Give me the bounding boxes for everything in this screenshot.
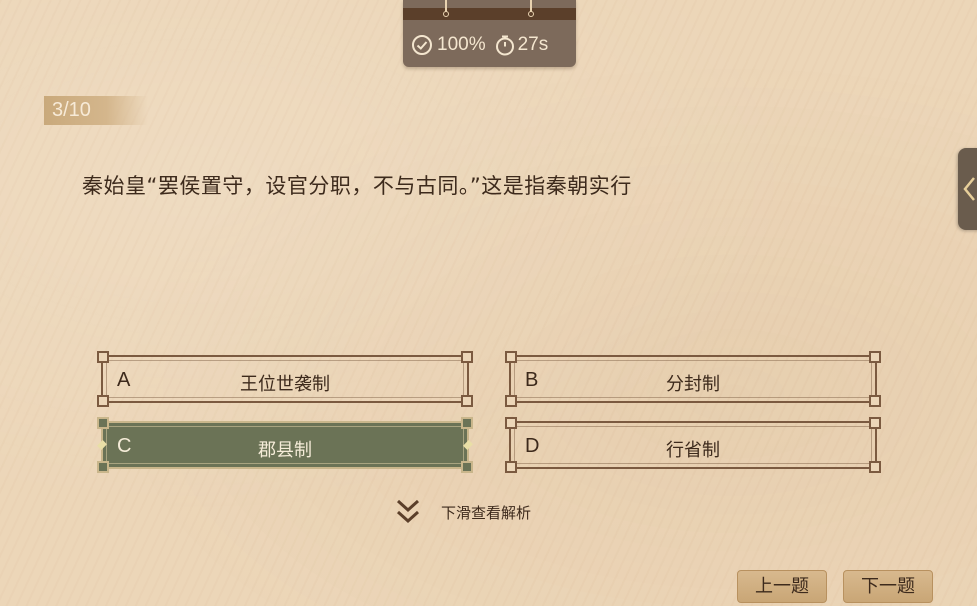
timer-value: 27s: [517, 34, 549, 55]
chevron-left-icon: [963, 177, 975, 201]
question-progress: 3/10: [44, 96, 148, 125]
option-b[interactable]: B 分封制: [505, 351, 881, 407]
option-c-selected[interactable]: C 郡县制: [97, 417, 473, 473]
hanging-pin: [443, 0, 449, 18]
question-text: 秦始皇“罢侯置守，设官分职，不与古同。”这是指秦朝实行: [82, 174, 632, 198]
option-d[interactable]: D 行省制: [505, 417, 881, 473]
next-question-button[interactable]: 下一题: [843, 570, 933, 603]
option-text: 分封制: [666, 374, 720, 395]
hanging-pin: [528, 0, 534, 18]
side-panel-toggle[interactable]: [958, 148, 977, 230]
option-text: 行省制: [666, 440, 720, 461]
previous-question-button[interactable]: 上一题: [737, 570, 827, 603]
accuracy-value: 100%: [437, 34, 486, 55]
stats-panel: 100% 27s: [403, 0, 576, 67]
progress-label: 3/10: [52, 99, 91, 121]
check-circle-icon: [411, 34, 433, 56]
stopwatch-icon: [494, 34, 516, 56]
option-text: 王位世袭制: [240, 374, 330, 395]
scroll-hint-label: 下滑查看解析: [441, 503, 532, 522]
hanging-bar: [403, 8, 576, 20]
option-a[interactable]: A 王位世袭制: [97, 351, 473, 407]
double-chevron-down-icon: [396, 499, 420, 524]
option-text: 郡县制: [258, 440, 312, 461]
scroll-hint[interactable]: 下滑查看解析: [395, 498, 531, 526]
